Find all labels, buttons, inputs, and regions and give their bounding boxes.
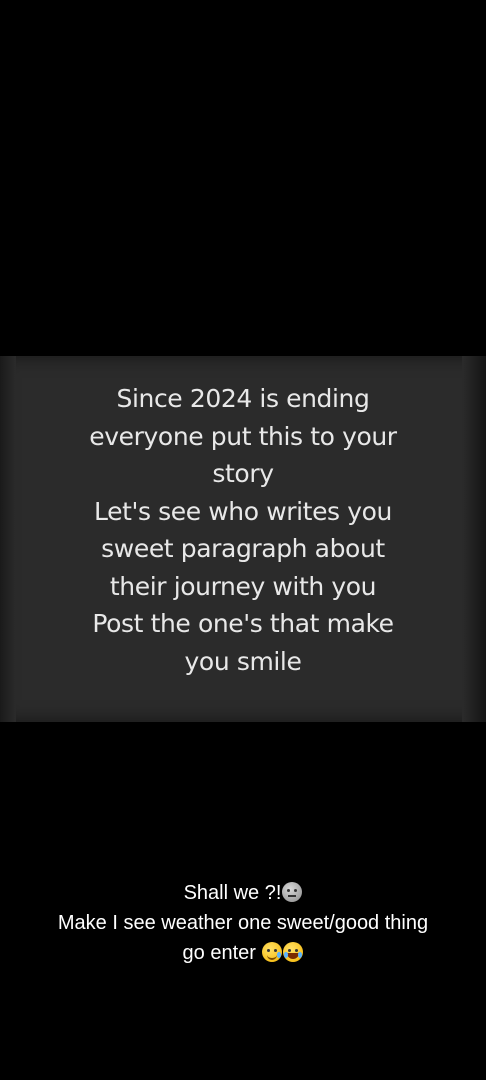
story-image-right-edge — [462, 356, 486, 722]
face-with-tears-of-joy-icon — [283, 942, 304, 962]
story-text-line: Since 2024 is ending — [116, 384, 370, 413]
story-text-line: story — [212, 459, 274, 488]
smiling-face-with-tear-icon — [262, 942, 283, 962]
caption-line-2: Make I see weather one sweet/good thing — [57, 912, 429, 934]
grimacing-neutral-face-icon — [282, 882, 303, 902]
story-image: Since 2024 is ending everyone put this t… — [0, 356, 486, 722]
caption-text: Shall we ?! — [183, 882, 282, 904]
story-text-line: their journey with you — [109, 571, 377, 601]
caption-text: go enter — [182, 942, 256, 964]
story-text-line: sweet paragraph about — [101, 534, 385, 563]
story-text-line: Let's see who writes you — [94, 496, 392, 526]
story-image-text: Since 2024 is ending everyone put this t… — [30, 380, 456, 680]
story-text-line: everyone put this to your — [89, 421, 397, 451]
story-text-line: you smile — [184, 646, 302, 676]
story-text-line: Post the one's that make — [92, 609, 394, 638]
caption-line-1: Shall we ?! — [0, 878, 486, 908]
story-image-left-edge — [0, 356, 16, 722]
status-caption: Shall we ?! Make I see weather one sweet… — [0, 878, 486, 968]
caption-line-3: go enter — [0, 938, 486, 968]
